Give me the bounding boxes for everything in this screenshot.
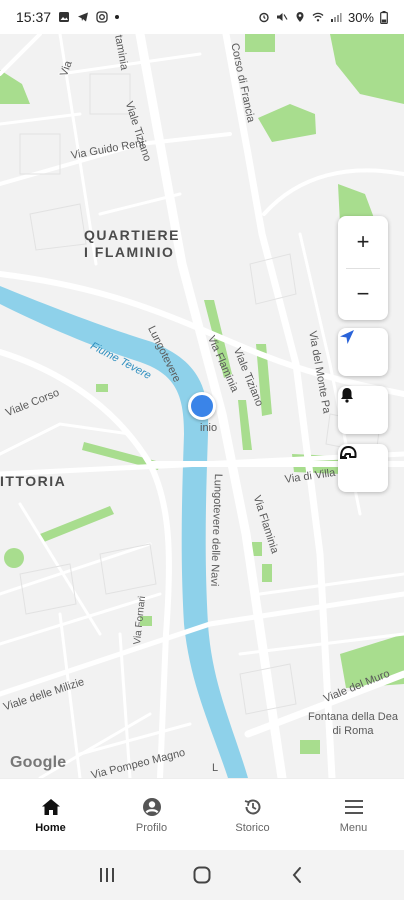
battery-icon <box>380 10 388 24</box>
nav-menu[interactable]: Menu <box>303 779 404 850</box>
zoom-in-button[interactable]: + <box>338 216 388 268</box>
zoom-out-button[interactable]: − <box>338 269 388 321</box>
zoom-controls: + − <box>338 216 388 320</box>
profile-icon <box>141 796 163 818</box>
map-view[interactable]: QUARTIERE I FLAMINIO ITTORIA Viale Tizia… <box>0 34 404 778</box>
alarm-icon <box>259 12 269 23</box>
home-icon <box>40 796 62 818</box>
recents-icon <box>100 868 115 882</box>
mute-icon <box>276 13 288 21</box>
menu-icon <box>343 796 365 818</box>
instagram-icon <box>96 11 108 23</box>
status-time: 15:37 <box>16 9 52 25</box>
recents-button[interactable] <box>94 862 120 888</box>
bell-icon <box>341 388 353 403</box>
battery-percent: 30% <box>347 9 374 25</box>
navigation-arrow-icon <box>340 330 354 344</box>
nav-menu-label: Menu <box>339 821 368 834</box>
helmet-button[interactable] <box>338 444 388 492</box>
nav-profile[interactable]: Profilo <box>101 779 202 850</box>
map-label-lungotevere-bottom: L <box>212 762 219 774</box>
notifications-button[interactable] <box>338 386 388 434</box>
signal-icon <box>330 13 342 22</box>
system-home-button[interactable] <box>189 862 215 888</box>
status-bar: 15:37 30% <box>0 0 404 34</box>
location-icon <box>296 12 304 22</box>
back-button[interactable] <box>284 862 310 888</box>
telegram-icon <box>78 12 89 22</box>
nav-history[interactable]: Storico <box>202 779 303 850</box>
helmet-icon <box>340 446 357 459</box>
home-circle-icon <box>193 866 211 884</box>
nav-profile-label: Profilo <box>135 821 168 834</box>
nav-home-label: Home <box>35 821 66 834</box>
map-label-district-vittoria: ITTORIA <box>0 473 67 489</box>
map-label-district: QUARTIERE I FLAMINIO <box>84 227 180 260</box>
back-icon <box>292 867 301 883</box>
system-navigation-bar <box>0 850 404 900</box>
map-label-fontana: Fontana della Dea di Roma <box>308 711 398 737</box>
bottom-navigation: Home Profilo Storico Menu <box>0 778 404 850</box>
nav-home[interactable]: Home <box>0 779 101 850</box>
history-icon <box>242 796 264 818</box>
google-logo: Google <box>10 754 67 771</box>
current-location-marker <box>188 392 216 420</box>
nav-history-label: Storico <box>235 821 270 834</box>
dot-icon <box>115 15 120 19</box>
gallery-icon <box>59 12 70 22</box>
locate-me-button[interactable] <box>338 328 388 376</box>
map-label-lungotevere-end: inio <box>200 422 218 434</box>
wifi-icon <box>312 12 324 22</box>
